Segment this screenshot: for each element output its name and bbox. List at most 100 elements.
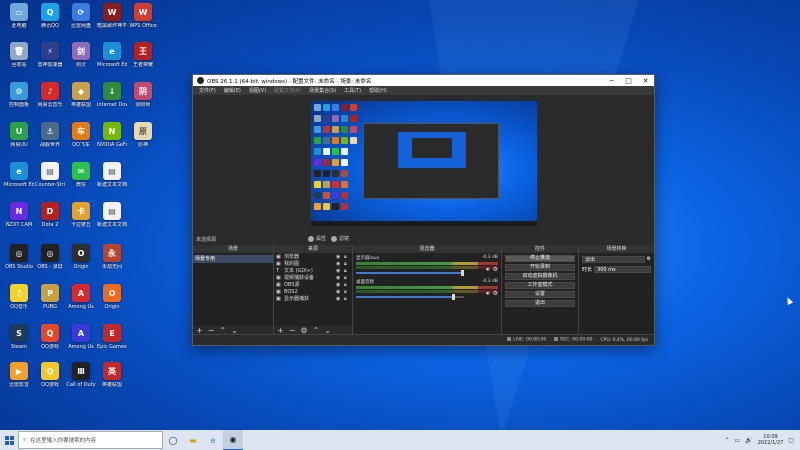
desktop-icon[interactable]: ♫ QQ音乐 xyxy=(4,284,34,310)
desktop-icon[interactable]: N NZXT CAM xyxy=(4,202,34,228)
lock-icon[interactable]: 🔒︎ xyxy=(344,282,352,288)
desktop-icon[interactable]: 车 QQ飞车 xyxy=(66,122,96,148)
lock-icon[interactable]: 🔒︎ xyxy=(344,275,352,281)
control-button[interactable]: 设置 xyxy=(505,291,575,298)
desktop-icon[interactable]: ⚡ 雷神加速器 xyxy=(35,42,65,68)
eye-icon[interactable]: ◉ xyxy=(336,282,344,288)
desktop-icon[interactable]: O Origin xyxy=(66,244,96,270)
lock-icon[interactable]: 🔒︎ xyxy=(344,296,352,302)
desktop-icon[interactable]: 🗑 回收站 xyxy=(4,42,34,68)
desktop-icon[interactable]: W WPS Office xyxy=(128,3,158,29)
desktop-icon[interactable]: Q 腾讯QQ xyxy=(35,3,65,29)
desktop-icon[interactable]: E Epic Games Launcher xyxy=(97,324,127,350)
desktop-icon[interactable]: ⚙ 控制面板 xyxy=(4,82,34,108)
lock-icon[interactable]: 🔒︎ xyxy=(344,268,352,274)
scene-item[interactable]: 场景专用 xyxy=(193,255,273,263)
track-gear-icon[interactable]: ⚙ xyxy=(493,266,498,274)
desktop-icon[interactable]: Q QQ游戏 xyxy=(35,362,65,388)
desktop-icon[interactable]: Q QQ游戏 xyxy=(35,324,65,350)
speaker-icon[interactable]: 🔊︎ xyxy=(486,290,490,298)
task-view-icon[interactable]: ◯ xyxy=(163,430,183,450)
desktop-icon[interactable]: D Dota 2 xyxy=(35,202,65,228)
desktop-icon[interactable]: Ⅲ Call of Duty xyxy=(66,362,96,388)
menu-item[interactable]: 工具(T) xyxy=(340,87,365,94)
maximize-icon[interactable]: □ xyxy=(620,75,637,86)
control-button[interactable]: 工作室模式 xyxy=(505,282,575,289)
obs-taskbar-icon[interactable]: ◉ xyxy=(223,430,243,450)
volume-icon[interactable]: 🔊 xyxy=(745,437,752,444)
desktop-icon[interactable]: P PUBG xyxy=(35,284,65,310)
desktop-icon[interactable]: e Microsoft Edge xyxy=(4,162,34,188)
tray-chevron-icon[interactable]: ⌃ xyxy=(725,437,730,444)
source-item[interactable]: ▣ 浏览器 ◉ 🔒︎ xyxy=(274,253,352,261)
desktop-icon[interactable]: 卡卡拉彼丘 xyxy=(66,202,96,228)
desktop-icon[interactable]: 阴阴阳师 xyxy=(128,82,158,108)
desktop-icon[interactable]: ▤ Counter-Strike xyxy=(35,162,65,188)
volume-slider[interactable] xyxy=(356,270,464,276)
desktop-icon[interactable]: O Origin xyxy=(97,284,127,310)
control-button[interactable]: 启动虚拟摄像机 xyxy=(505,273,575,280)
desktop-icon[interactable]: ◎ OBS Studio xyxy=(4,244,34,270)
menu-item[interactable]: 帮助(H) xyxy=(365,87,391,94)
volume-slider-knob[interactable] xyxy=(461,270,464,276)
source-item[interactable]: ▣ 视频捕获设备 ◉ 🔒︎ xyxy=(274,274,352,282)
desktop-icon[interactable]: N NVIDIA GeForce xyxy=(97,122,127,148)
desktop-icon[interactable]: ⚓ 战舰世界 xyxy=(35,122,65,148)
source-item[interactable]: T 文本 (GDI+) ◉ 🔒︎ xyxy=(274,267,352,275)
clock[interactable]: 10:09 2022/1/27 xyxy=(758,434,784,446)
minimize-icon[interactable]: − xyxy=(603,75,620,86)
desktop-icon[interactable]: A Among Us xyxy=(66,284,96,310)
desktop-icon[interactable]: U 网易UU xyxy=(4,122,34,148)
duration-input[interactable]: 300 ms xyxy=(594,265,651,273)
file-explorer-icon[interactable]: ▬ xyxy=(183,430,203,450)
menu-item[interactable]: 配置文件(P) xyxy=(270,87,305,94)
taskbar-search[interactable]: ⌕ 在这里输入你要搜索的内容 xyxy=(18,431,163,449)
properties-button[interactable]: 属性 xyxy=(308,235,326,242)
obs-window[interactable]: OBS 26.1.1 (64-bit, windows) - 配置文件: 未命名… xyxy=(192,74,655,346)
desktop-icon[interactable]: S Steam xyxy=(4,324,34,350)
control-button[interactable]: 退出 xyxy=(505,300,575,307)
menu-item[interactable]: 场景集合(S) xyxy=(305,87,340,94)
source-item[interactable]: ▣ OBS源 ◉ 🔒︎ xyxy=(274,281,352,289)
eye-icon[interactable]: ◉ xyxy=(336,296,344,302)
lock-icon[interactable]: 🔒︎ xyxy=(344,289,352,295)
desktop-icon[interactable]: ✉ 微信 xyxy=(66,162,96,188)
desktop-icon[interactable]: ◎ OBS - 录屏 xyxy=(35,244,65,270)
eye-icon[interactable]: ◉ xyxy=(336,275,344,281)
notification-icon[interactable]: ▢ xyxy=(788,437,794,444)
lock-icon[interactable]: 🔒︎ xyxy=(344,261,352,267)
desktop-icon[interactable]: ▤ 新建文本文档 xyxy=(97,162,127,188)
desktop-icon[interactable]: ◆ 英雄联盟 xyxy=(66,82,96,108)
desktop-icon[interactable]: ♪ 网易云音乐 xyxy=(35,82,65,108)
volume-slider-knob[interactable] xyxy=(452,294,456,300)
source-item[interactable]: ▣ 我的图 ◉ 🔒︎ xyxy=(274,260,352,268)
desktop-icon[interactable]: e Microsoft Edge xyxy=(97,42,127,68)
source-item[interactable]: ▣ BOS2 ◉ 🔒︎ xyxy=(274,288,352,295)
lock-icon[interactable]: 🔒︎ xyxy=(344,254,352,260)
desktop-icon[interactable]: ▤ 新建文本文档 xyxy=(97,202,127,228)
obs-preview-canvas[interactable] xyxy=(311,101,537,226)
edge-taskbar-icon[interactable]: e xyxy=(203,430,223,450)
obs-titlebar[interactable]: OBS 26.1.1 (64-bit, windows) - 配置文件: 未命名… xyxy=(193,75,654,86)
menu-item[interactable]: 文件(F) xyxy=(195,87,220,94)
desktop-icon[interactable]: 英英雄联盟 xyxy=(97,362,127,388)
transition-select[interactable]: 淡出 xyxy=(582,255,645,263)
close-icon[interactable]: ✕ xyxy=(637,75,654,86)
eye-icon[interactable]: ◉ xyxy=(336,268,344,274)
filters-button[interactable]: 滤镜 xyxy=(331,235,349,242)
desktop-icon[interactable]: 剑剑灵 xyxy=(66,42,96,68)
start-button[interactable] xyxy=(0,430,18,450)
desktop-icon[interactable]: 永永劫无间 xyxy=(97,244,127,270)
control-button[interactable]: 开始录制 xyxy=(505,264,575,271)
desktop-icon[interactable]: A Among Us xyxy=(66,324,96,350)
eye-icon[interactable]: ◉ xyxy=(336,261,344,267)
desktop-icon[interactable]: ▶ 迅雷影音 xyxy=(4,362,34,388)
desktop-icon[interactable]: 原原神 xyxy=(128,122,158,148)
menu-item[interactable]: 视图(V) xyxy=(245,87,270,94)
network-icon[interactable]: ▭ xyxy=(735,437,741,444)
volume-slider[interactable] xyxy=(356,294,464,300)
speaker-icon[interactable]: 🔊︎ xyxy=(486,266,490,274)
desktop-icon[interactable]: ↓ Internet Download Manager xyxy=(97,82,127,108)
desktop-icon[interactable]: ▭ 此电脑 xyxy=(4,3,34,29)
control-button[interactable]: 停止推流 xyxy=(505,255,575,262)
